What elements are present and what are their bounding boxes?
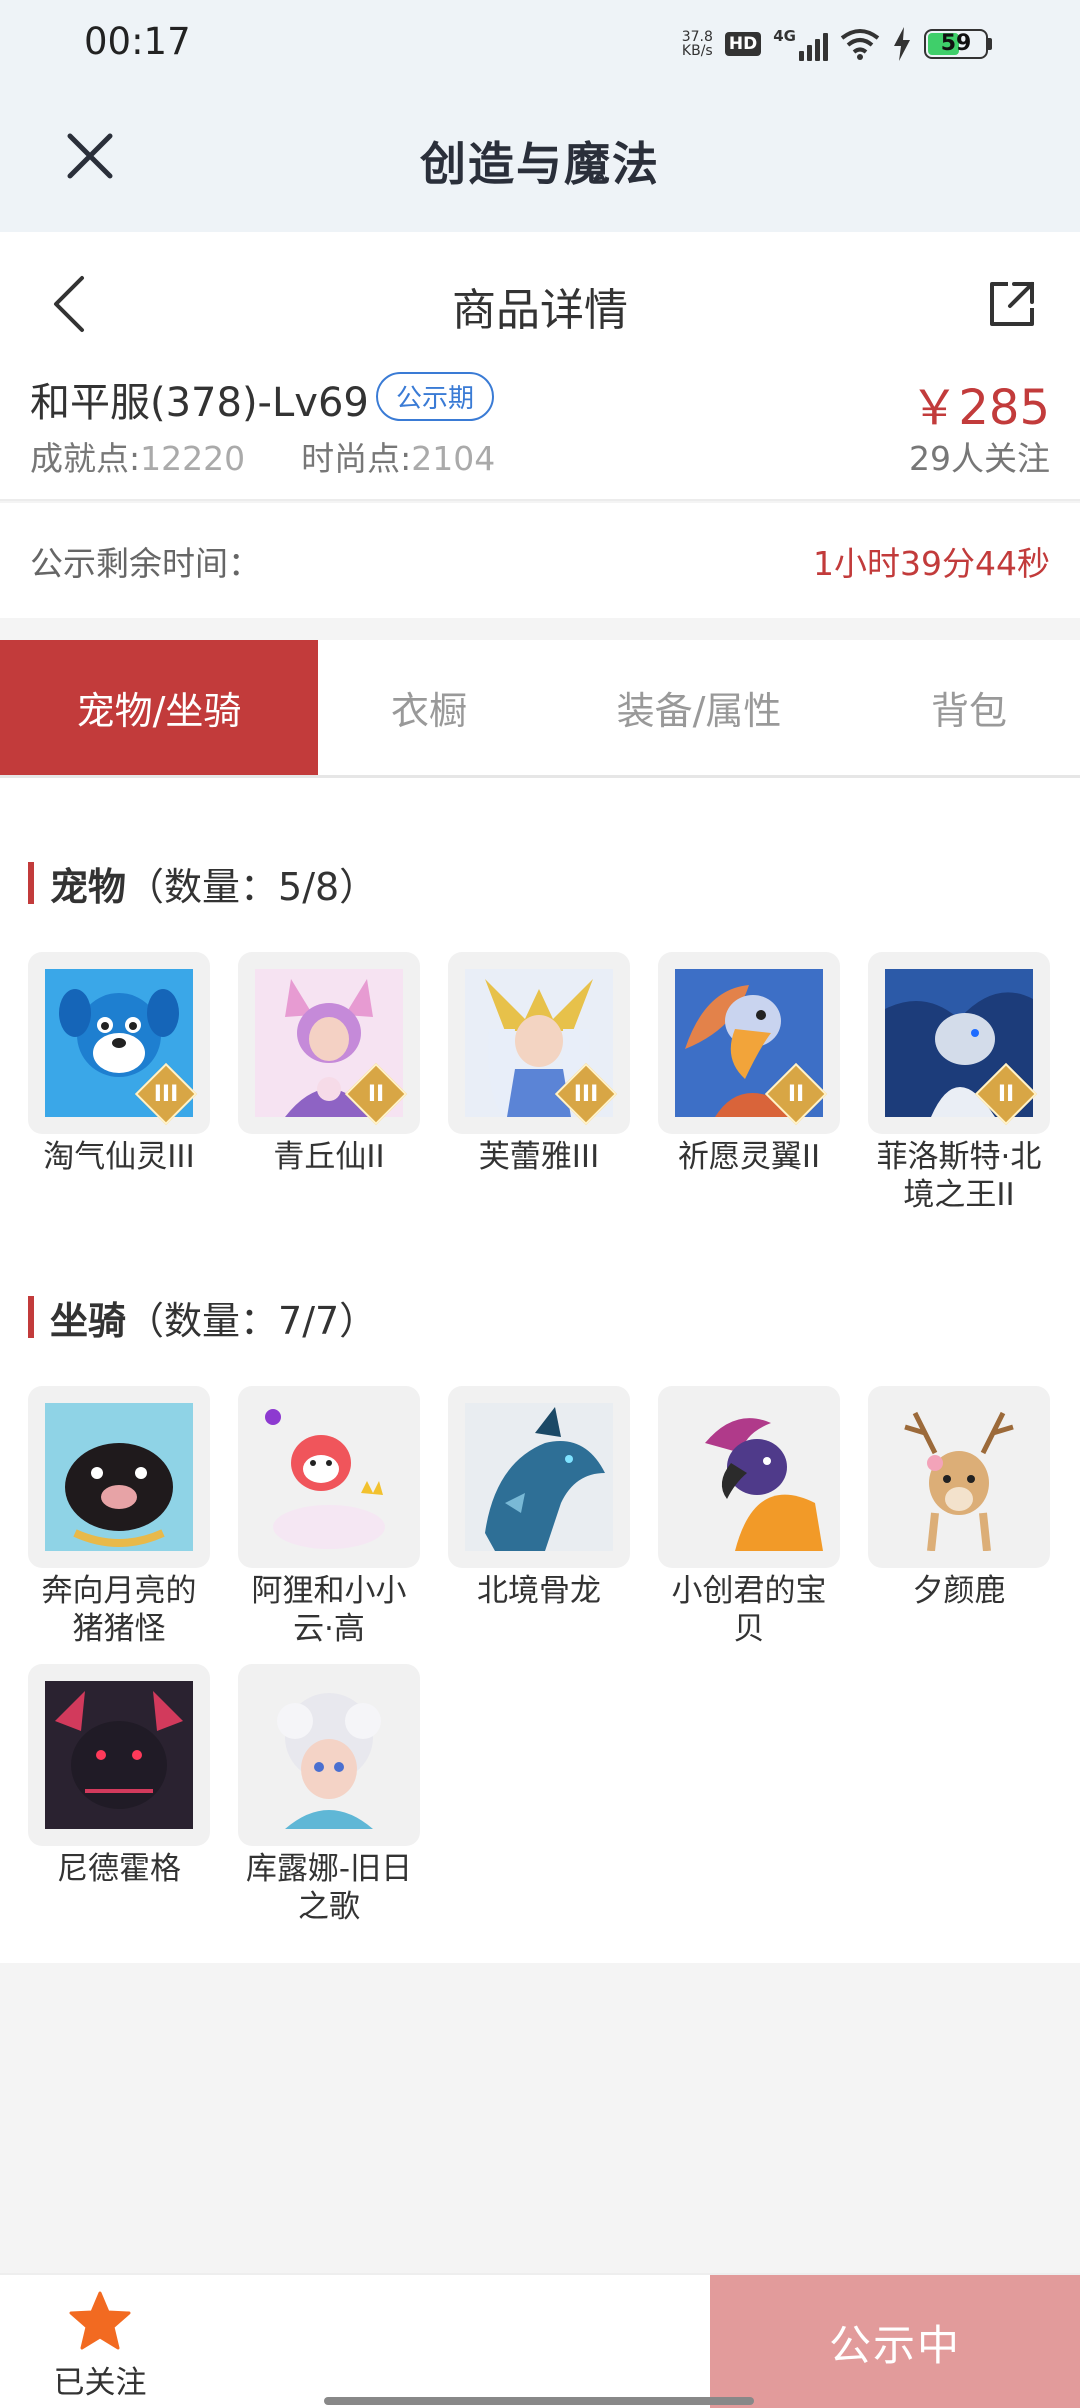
pets-mounts-panel: 宠物（数量：5/8） III 淘气仙灵III II 青丘仙II III 芙蕾雅I… (0, 778, 1080, 1963)
listing-info: 和平服(378)-Lv69 公示期 成就点:12220 时尚点:2104 ￥285… (0, 368, 1080, 501)
mount-card[interactable]: 尼德霍格 (28, 1664, 210, 1926)
charging-icon (894, 27, 910, 61)
signal-icon: 4G (773, 27, 828, 61)
mount-image (238, 1386, 420, 1568)
tab-bar: 宠物/坐骑 衣橱 装备/属性 背包 (0, 640, 1080, 778)
mounts-grid: 奔向月亮的猪猪怪 阿狸和小小云·高 北境骨龙 小创君的宝贝 夕颜鹿 尼德霍格 库… (28, 1386, 1050, 1926)
mount-card[interactable]: 阿狸和小小云·高 (238, 1386, 420, 1648)
net-speed: 37.8 KB/s (681, 29, 713, 59)
price: ￥285 (910, 380, 1050, 436)
pet-name: 青丘仙II (273, 1139, 385, 1175)
tab-pets-mounts[interactable]: 宠物/坐骑 (0, 640, 318, 775)
tab-wardrobe[interactable]: 衣橱 (318, 640, 540, 775)
countdown-label: 公示剩余时间： (30, 544, 261, 583)
pet-name: 祈愿灵翼II (677, 1139, 821, 1175)
mount-card[interactable]: 小创君的宝贝 (658, 1386, 840, 1648)
countdown-value: 1小时39分44秒 (813, 544, 1050, 583)
pet-name: 芙蕾雅III (478, 1139, 600, 1175)
share-icon[interactable] (984, 276, 1040, 332)
pet-image: II (868, 952, 1050, 1134)
app-header: 创造与魔法 (0, 88, 1080, 232)
pet-image: III (448, 952, 630, 1134)
mount-image (448, 1386, 630, 1568)
mount-name: 阿狸和小小云·高 (251, 1573, 407, 1647)
top-area: 00:17 37.8 KB/s HD 4G 59 创造与魔法 (0, 0, 1080, 232)
mounts-section-title: 坐骑（数量：7/7） (28, 1290, 377, 1345)
mount-image (658, 1386, 840, 1568)
pet-image: II (658, 952, 840, 1134)
mount-image (238, 1664, 420, 1846)
mount-name: 北境骨龙 (477, 1573, 601, 1609)
status-indicators: 37.8 KB/s HD 4G 59 (682, 22, 992, 66)
pet-name: 菲洛斯特·北境之王II (876, 1139, 1042, 1213)
mount-card[interactable]: 北境骨龙 (448, 1386, 630, 1648)
follow-label: 已关注 (53, 2365, 147, 2401)
mount-image (868, 1386, 1050, 1568)
pets-section-title: 宠物（数量：5/8） (28, 856, 377, 911)
pet-card[interactable]: III 淘气仙灵III (28, 952, 210, 1214)
bottom-bar: 已关注 公示中 (0, 2273, 1080, 2408)
mount-image (28, 1386, 210, 1568)
status-time: 00:17 (84, 20, 191, 63)
mount-card[interactable]: 库露娜-旧日之歌 (238, 1664, 420, 1926)
mount-image (28, 1664, 210, 1846)
fashion-value: 2104 (411, 439, 496, 478)
follower-count: 29人关注 (909, 439, 1050, 478)
pet-card[interactable]: II 青丘仙II (238, 952, 420, 1214)
pets-grid: III 淘气仙灵III II 青丘仙II III 芙蕾雅III II 祈愿灵翼I… (28, 952, 1050, 1214)
points-row: 成就点:12220 时尚点:2104 (30, 432, 495, 480)
mount-name: 尼德霍格 (57, 1851, 181, 1887)
page-title: 商品详情 (452, 285, 628, 336)
server-level: 和平服(378)-Lv69 (30, 380, 369, 426)
pet-card[interactable]: II 菲洛斯特·北境之王II (868, 952, 1050, 1214)
pet-card[interactable]: II 祈愿灵翼II (658, 952, 840, 1214)
pet-name: 淘气仙灵III (43, 1139, 195, 1175)
wifi-icon (840, 29, 880, 60)
status-badge: 公示期 (376, 372, 495, 421)
tab-backpack[interactable]: 背包 (858, 640, 1080, 775)
public-status-button[interactable]: 公示中 (710, 2275, 1080, 2408)
achievement-value: 12220 (140, 439, 246, 478)
mount-name: 奔向月亮的猪猪怪 (41, 1573, 197, 1647)
follow-button[interactable]: 已关注 (50, 2289, 150, 2402)
hd-icon: HD (724, 32, 762, 56)
mount-card[interactable]: 夕颜鹿 (868, 1386, 1050, 1648)
pet-card[interactable]: III 芙蕾雅III (448, 952, 630, 1214)
mount-name: 夕颜鹿 (912, 1573, 1006, 1609)
status-bar: 00:17 37.8 KB/s HD 4G 59 (0, 0, 1080, 88)
pet-image: III (28, 952, 210, 1134)
home-indicator[interactable] (324, 2397, 754, 2405)
mount-name: 库露娜-旧日之歌 (245, 1851, 413, 1925)
tab-equipment[interactable]: 装备/属性 (540, 640, 858, 775)
app-title: 创造与魔法 (420, 137, 660, 191)
countdown-row: 公示剩余时间： 1小时39分44秒 (0, 503, 1080, 618)
detail-nav: 商品详情 (0, 232, 1080, 368)
battery-icon: 59 (924, 29, 992, 59)
mount-card[interactable]: 奔向月亮的猪猪怪 (28, 1386, 210, 1648)
battery-level: 59 (940, 31, 972, 56)
mount-name: 小创君的宝贝 (671, 1573, 827, 1647)
achievement-label: 成就点: (30, 439, 141, 478)
fashion-label: 时尚点: (301, 439, 412, 478)
pet-image: II (238, 952, 420, 1134)
star-icon (69, 2291, 131, 2350)
